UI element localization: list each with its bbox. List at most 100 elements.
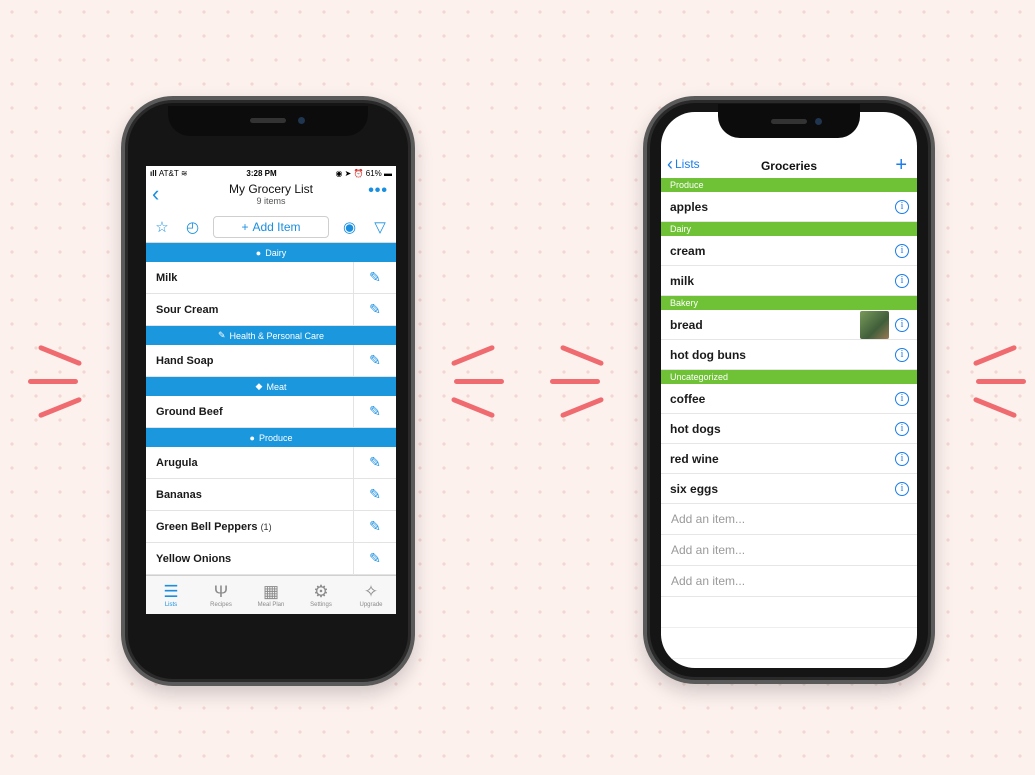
item-name-text: Milk xyxy=(156,271,178,284)
tab-bar: ☰ Lists Ψ Recipes ▦ Meal Plan ⚙ Settings ✧ Upgrad… xyxy=(146,575,396,614)
status-time: 3:28 PM xyxy=(246,168,277,178)
pencil-icon[interactable]: ✎ xyxy=(353,345,396,376)
item-count: 9 items xyxy=(256,196,286,206)
groceries-list: Produce apples i Dairy cream i milk i Bakery brea… xyxy=(661,178,917,659)
list-item[interactable]: Hand Soap ✎ xyxy=(146,345,396,377)
list-item[interactable]: hot dogs i xyxy=(661,414,917,444)
add-item-button[interactable]: + Add Item xyxy=(213,216,329,238)
groceries-nav: ‹ Lists Groceries + xyxy=(661,154,917,178)
category-header: ✎ Health & Personal Care xyxy=(146,326,396,345)
eye-icon[interactable]: ◉ xyxy=(340,218,360,236)
list-item[interactable]: apples i xyxy=(661,192,917,222)
list-item[interactable]: Milk ✎ xyxy=(146,262,396,294)
section-header: Uncategorized xyxy=(661,370,917,384)
item-name: Arugula xyxy=(146,457,353,469)
list-title: My Grocery List xyxy=(228,182,313,196)
item-name-text: Sour Cream xyxy=(156,303,219,316)
item-name-text: Hand Soap xyxy=(156,354,214,367)
list-item[interactable]: Green Bell Peppers (1) ✎ xyxy=(146,511,396,543)
back-to-lists-button[interactable]: ‹ Lists xyxy=(667,155,700,173)
carrier-label: ıll AT&T ≋ xyxy=(150,168,188,178)
tab-label: Lists xyxy=(164,602,178,608)
list-item[interactable]: coffee i xyxy=(661,384,917,414)
tab-recipes[interactable]: Ψ Recipes xyxy=(196,576,246,614)
info-icon[interactable]: i xyxy=(895,243,909,258)
spark-lines-center-right xyxy=(550,344,605,419)
status-bar: ıll AT&T ≋ 3:28 PM ◉ ➤ ⏰ 61% ▬ xyxy=(146,166,396,180)
section-header: Dairy xyxy=(661,222,917,236)
item-name: six eggs xyxy=(670,481,719,496)
left-phone-screen: ıll AT&T ≋ 3:28 PM ◉ ➤ ⏰ 61% ▬ ‹ My Groc… xyxy=(146,166,396,614)
magic-wand-icon: ✧ xyxy=(363,582,379,601)
list-item[interactable]: six eggs i xyxy=(661,474,917,504)
more-options-icon[interactable]: ••• xyxy=(368,182,388,200)
pencil-icon[interactable]: ✎ xyxy=(353,294,396,325)
item-name: Milk xyxy=(146,272,353,284)
list-toolbar: ☆ ◴ + Add Item ◉ ▽ xyxy=(146,212,396,243)
star-icon[interactable]: ☆ xyxy=(152,218,172,236)
info-icon[interactable]: i xyxy=(895,199,909,214)
tab-upgrade[interactable]: ✧ Upgrade xyxy=(346,576,396,614)
cheese-icon: ● xyxy=(255,247,262,258)
list-item[interactable]: Sour Cream ✎ xyxy=(146,294,396,326)
info-icon[interactable]: i xyxy=(895,347,909,362)
left-phone-frame: ıll AT&T ≋ 3:28 PM ◉ ➤ ⏰ 61% ▬ ‹ My Groc… xyxy=(121,96,415,686)
item-name: Yellow Onions xyxy=(146,553,353,565)
spark-lines-far-left xyxy=(28,344,83,419)
clock-icon[interactable]: ◴ xyxy=(183,218,203,236)
list-item[interactable]: cream i xyxy=(661,236,917,266)
item-name: hot dog buns xyxy=(670,347,746,362)
list-item[interactable]: bread i xyxy=(661,310,917,340)
info-icon[interactable]: i xyxy=(895,273,909,288)
list-item[interactable]: Yellow Onions ✎ xyxy=(146,543,396,575)
spark-lines-far-right xyxy=(972,344,1027,419)
list-item[interactable]: Bananas ✎ xyxy=(146,479,396,511)
pencil-icon[interactable]: ✎ xyxy=(353,543,396,574)
grocery-list: ● Dairy Milk ✎ Sour Cream ✎ ✎ Health & Personal… xyxy=(146,243,396,594)
item-name: Ground Beef xyxy=(146,406,353,418)
item-photo-thumbnail[interactable] xyxy=(860,310,889,339)
list-item[interactable]: red wine i xyxy=(661,444,917,474)
item-name: Hand Soap xyxy=(146,355,353,367)
calendar-icon: ▦ xyxy=(262,582,280,601)
list-item[interactable]: milk i xyxy=(661,266,917,296)
info-icon[interactable]: i xyxy=(895,317,909,332)
pencil-icon[interactable]: ✎ xyxy=(353,511,396,542)
item-name: red wine xyxy=(670,451,719,466)
back-chevron-icon: ‹ xyxy=(667,154,673,174)
item-name: Sour Cream xyxy=(146,304,353,316)
list-icon: ☰ xyxy=(163,582,179,601)
plus-icon: + xyxy=(241,220,249,234)
info-icon[interactable]: i xyxy=(895,481,909,496)
filter-icon[interactable]: ▽ xyxy=(370,218,390,236)
list-item[interactable]: Ground Beef ✎ xyxy=(146,396,396,428)
add-item-field[interactable]: Add an item... xyxy=(661,535,917,566)
item-name: Green Bell Peppers (1) xyxy=(146,521,353,533)
tab-label: Recipes xyxy=(210,602,232,608)
tab-meal-plan[interactable]: ▦ Meal Plan xyxy=(246,576,296,614)
info-icon[interactable]: i xyxy=(895,421,909,436)
category-label: Health & Personal Care xyxy=(229,330,325,341)
tab-settings[interactable]: ⚙ Settings xyxy=(296,576,346,614)
info-icon[interactable]: i xyxy=(895,391,909,406)
category-header: ● Dairy xyxy=(146,243,396,262)
add-item-field[interactable]: Add an item... xyxy=(661,566,917,597)
info-icon[interactable]: i xyxy=(895,451,909,466)
battery-indicator: ◉ ➤ ⏰ 61% ▬ xyxy=(335,168,392,178)
pencil-icon[interactable]: ✎ xyxy=(353,396,396,427)
item-name-text: Arugula xyxy=(156,456,198,469)
empty-row xyxy=(661,597,917,628)
pencil-icon[interactable]: ✎ xyxy=(353,262,396,293)
add-icon[interactable]: + xyxy=(895,154,907,176)
pencil-icon[interactable]: ✎ xyxy=(353,447,396,478)
tab-lists[interactable]: ☰ Lists xyxy=(146,576,196,614)
list-item[interactable]: hot dog buns i xyxy=(661,340,917,370)
item-name-text: Green Bell Peppers xyxy=(156,520,258,533)
back-chevron-icon[interactable]: ‹ xyxy=(152,183,159,205)
pencil-icon[interactable]: ✎ xyxy=(353,479,396,510)
phone-camera xyxy=(815,118,822,125)
apple-icon: ● xyxy=(249,432,255,443)
add-item-field[interactable]: Add an item... xyxy=(661,504,917,535)
bandage-icon: ✎ xyxy=(217,330,226,340)
list-item[interactable]: Arugula ✎ xyxy=(146,447,396,479)
